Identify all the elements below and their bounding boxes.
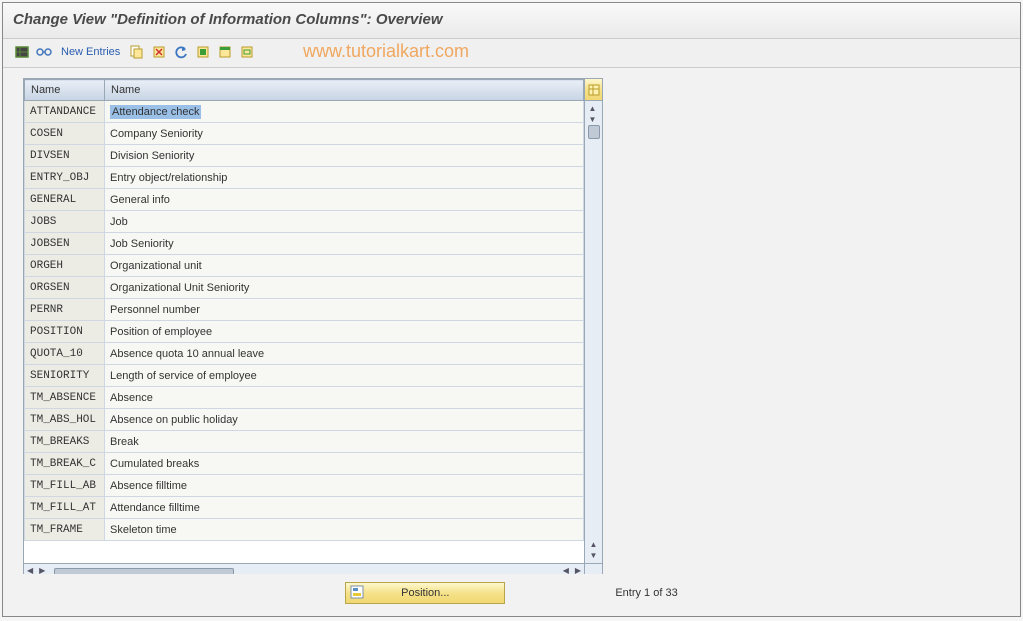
scroll-left-icon[interactable]: ◀ [24, 564, 36, 574]
row-code[interactable]: PERNR [25, 299, 105, 321]
row-code[interactable]: TM_FILL_AB [25, 475, 105, 497]
delete-icon[interactable] [150, 43, 168, 61]
watermark: www.tutorialkart.com [303, 41, 469, 62]
row-desc[interactable]: Attendance check [105, 101, 584, 123]
row-code[interactable]: DIVSEN [25, 145, 105, 167]
scroll-thumb-v[interactable] [588, 125, 600, 139]
table-row[interactable]: TM_ABSENCEAbsence [25, 387, 584, 409]
row-desc[interactable]: Position of employee [105, 321, 584, 343]
row-code[interactable]: ENTRY_OBJ [25, 167, 105, 189]
row-desc[interactable]: Attendance filltime [105, 497, 584, 519]
row-desc[interactable]: Job [105, 211, 584, 233]
scrollbar-corner [584, 564, 602, 574]
scroll-down-icon[interactable]: ▼ [588, 114, 600, 125]
grid-wrapper: Name Name ATTANDANCEAttendance checkCOSE… [23, 78, 603, 574]
table-row[interactable]: TM_FILL_ATAttendance filltime [25, 497, 584, 519]
deselect-all-icon[interactable] [238, 43, 256, 61]
table-header-row: Name Name [25, 80, 584, 101]
other-view-icon[interactable] [13, 43, 31, 61]
scroll-up-icon[interactable]: ▲ [588, 103, 600, 114]
row-code[interactable]: COSEN [25, 123, 105, 145]
column-header-name-code[interactable]: Name [25, 80, 105, 101]
row-desc[interactable]: Company Seniority [105, 123, 584, 145]
position-button-label: Position... [401, 587, 449, 599]
table-row[interactable]: TM_FILL_ABAbsence filltime [25, 475, 584, 497]
row-desc[interactable]: Skeleton time [105, 519, 584, 541]
scroll-left-end-icon[interactable]: ◀ [560, 564, 572, 574]
row-desc[interactable]: Cumulated breaks [105, 453, 584, 475]
row-code[interactable]: ORGEH [25, 255, 105, 277]
row-code[interactable]: QUOTA_10 [25, 343, 105, 365]
table-row[interactable]: JOBSENJob Seniority [25, 233, 584, 255]
glasses-icon[interactable] [35, 43, 53, 61]
content-area: Name Name ATTANDANCEAttendance checkCOSE… [3, 68, 1020, 574]
new-entries-button[interactable]: New Entries [57, 43, 124, 61]
row-desc[interactable]: Job Seniority [105, 233, 584, 255]
table-row[interactable]: JOBSJob [25, 211, 584, 233]
row-code[interactable]: TM_BREAK_C [25, 453, 105, 475]
row-desc[interactable]: Entry object/relationship [105, 167, 584, 189]
row-code[interactable]: JOBS [25, 211, 105, 233]
row-code[interactable]: TM_ABSENCE [25, 387, 105, 409]
scroll-up-bottom-icon[interactable]: ▲ [589, 539, 599, 550]
page-title: Change View "Definition of Information C… [13, 11, 1010, 28]
row-code[interactable]: GENERAL [25, 189, 105, 211]
row-desc[interactable]: Organizational unit [105, 255, 584, 277]
row-desc[interactable]: Division Seniority [105, 145, 584, 167]
row-code[interactable]: JOBSEN [25, 233, 105, 255]
row-desc[interactable]: Break [105, 431, 584, 453]
configure-columns-icon[interactable] [585, 79, 602, 101]
table-row[interactable]: TM_FRAMESkeleton time [25, 519, 584, 541]
table-row[interactable]: ATTANDANCEAttendance check [25, 101, 584, 123]
table-row[interactable]: PERNRPersonnel number [25, 299, 584, 321]
select-block-icon[interactable] [216, 43, 234, 61]
app-window: Change View "Definition of Information C… [2, 2, 1021, 617]
scroll-right-icon[interactable]: ▶ [36, 564, 48, 574]
table-row[interactable]: POSITIONPosition of employee [25, 321, 584, 343]
table-row[interactable]: ENTRY_OBJEntry object/relationship [25, 167, 584, 189]
column-header-name-desc[interactable]: Name [105, 80, 584, 101]
row-desc[interactable]: Organizational Unit Seniority [105, 277, 584, 299]
row-desc[interactable]: Personnel number [105, 299, 584, 321]
table-row[interactable]: TM_BREAKSBreak [25, 431, 584, 453]
table-row[interactable]: ORGEHOrganizational unit [25, 255, 584, 277]
row-desc[interactable]: Length of service of employee [105, 365, 584, 387]
table-row[interactable]: DIVSENDivision Seniority [25, 145, 584, 167]
select-all-icon[interactable] [194, 43, 212, 61]
title-bar: Change View "Definition of Information C… [3, 3, 1020, 39]
row-code[interactable]: TM_FRAME [25, 519, 105, 541]
row-code[interactable]: SENIORITY [25, 365, 105, 387]
table-row[interactable]: GENERALGeneral info [25, 189, 584, 211]
position-icon [350, 585, 364, 602]
row-desc[interactable]: General info [105, 189, 584, 211]
undo-icon[interactable] [172, 43, 190, 61]
position-button[interactable]: Position... [345, 582, 505, 604]
footer-bar: Position... Entry 1 of 33 [3, 574, 1020, 616]
row-desc[interactable]: Absence on public holiday [105, 409, 584, 431]
row-code[interactable]: TM_BREAKS [25, 431, 105, 453]
table-row[interactable]: ORGSENOrganizational Unit Seniority [25, 277, 584, 299]
table: Name Name ATTANDANCEAttendance checkCOSE… [24, 79, 584, 563]
vertical-scrollbar[interactable]: ▲ ▼ ▲ ▼ [584, 79, 602, 563]
row-code[interactable]: TM_ABS_HOL [25, 409, 105, 431]
row-code[interactable]: POSITION [25, 321, 105, 343]
row-code[interactable]: ORGSEN [25, 277, 105, 299]
table-row[interactable]: SENIORITYLength of service of employee [25, 365, 584, 387]
table-row[interactable]: QUOTA_10Absence quota 10 annual leave [25, 343, 584, 365]
table-row[interactable]: TM_ABS_HOLAbsence on public holiday [25, 409, 584, 431]
row-code[interactable]: TM_FILL_AT [25, 497, 105, 519]
toolbar: New Entries www.tutorialkart.com [3, 39, 1020, 68]
table-row[interactable]: COSENCompany Seniority [25, 123, 584, 145]
entry-counter: Entry 1 of 33 [615, 587, 677, 599]
table-row[interactable]: TM_BREAK_CCumulated breaks [25, 453, 584, 475]
row-code[interactable]: ATTANDANCE [25, 101, 105, 123]
row-desc[interactable]: Absence quota 10 annual leave [105, 343, 584, 365]
row-desc[interactable]: Absence [105, 387, 584, 409]
horizontal-scrollbar[interactable]: ◀ ▶ ◀ ▶ [23, 564, 603, 574]
scroll-right-end-icon[interactable]: ▶ [572, 564, 584, 574]
copy-icon[interactable] [128, 43, 146, 61]
scroll-down-bottom-icon[interactable]: ▼ [589, 550, 599, 561]
row-desc[interactable]: Absence filltime [105, 475, 584, 497]
